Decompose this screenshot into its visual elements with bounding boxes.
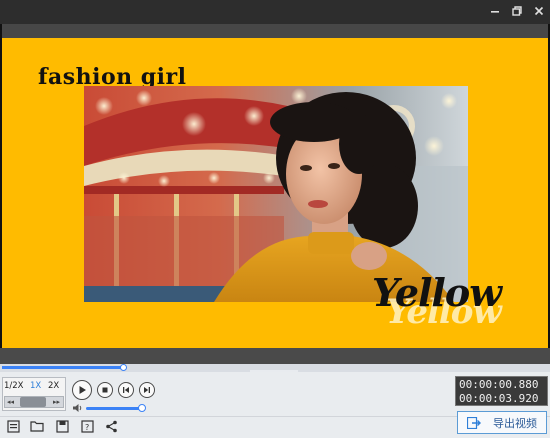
title-bar	[0, 0, 550, 24]
play-icon	[79, 386, 86, 394]
preview-bottom-strip	[0, 348, 550, 364]
volume-icon[interactable]	[72, 403, 83, 416]
minimize-icon[interactable]	[488, 4, 502, 18]
volume-slider-track[interactable]	[86, 407, 142, 410]
svg-text:?: ?	[85, 423, 89, 432]
timeline-playhead[interactable]	[120, 364, 127, 371]
open-folder-icon[interactable]	[30, 420, 44, 434]
preview-top-strip	[2, 24, 548, 38]
share-icon[interactable]	[104, 420, 118, 434]
current-time: 00:00:00.880	[459, 378, 539, 391]
total-time: 00:00:03.920	[459, 392, 539, 405]
close-icon[interactable]	[532, 4, 546, 18]
restore-icon[interactable]	[510, 4, 524, 18]
export-video-button[interactable]: 导出视频	[457, 411, 547, 434]
stop-button[interactable]	[97, 382, 113, 398]
stop-icon	[102, 387, 108, 393]
timeline-progress	[2, 366, 124, 369]
next-frame-button[interactable]	[139, 382, 155, 398]
rewind-icon[interactable]: ◂◂	[7, 396, 14, 408]
save-as-icon[interactable]: ?	[80, 420, 94, 434]
previous-frame-button[interactable]	[118, 382, 134, 398]
speed-option-half[interactable]: 1/2X	[4, 381, 24, 391]
export-video-label: 导出视频	[493, 416, 537, 430]
step-back-icon	[123, 387, 129, 393]
play-button[interactable]	[72, 380, 92, 400]
new-project-icon[interactable]	[6, 420, 20, 434]
export-icon	[467, 416, 481, 429]
video-canvas[interactable]: fashion girl Yellow Yellow	[2, 38, 548, 348]
speed-option-1x[interactable]: 1X	[30, 381, 41, 391]
speed-option-2x[interactable]: 2X	[48, 381, 59, 391]
fast-forward-icon[interactable]: ▸▸	[53, 396, 60, 408]
overlay-word: Yellow	[372, 270, 502, 315]
step-forward-icon	[144, 387, 150, 393]
volume-slider-knob[interactable]	[138, 404, 146, 412]
speed-slider-thumb[interactable]	[20, 397, 46, 407]
video-editor-window: fashion girl Yellow Yellow 1/2X 1X 2X ◂◂…	[0, 0, 550, 438]
save-icon[interactable]	[55, 420, 69, 434]
